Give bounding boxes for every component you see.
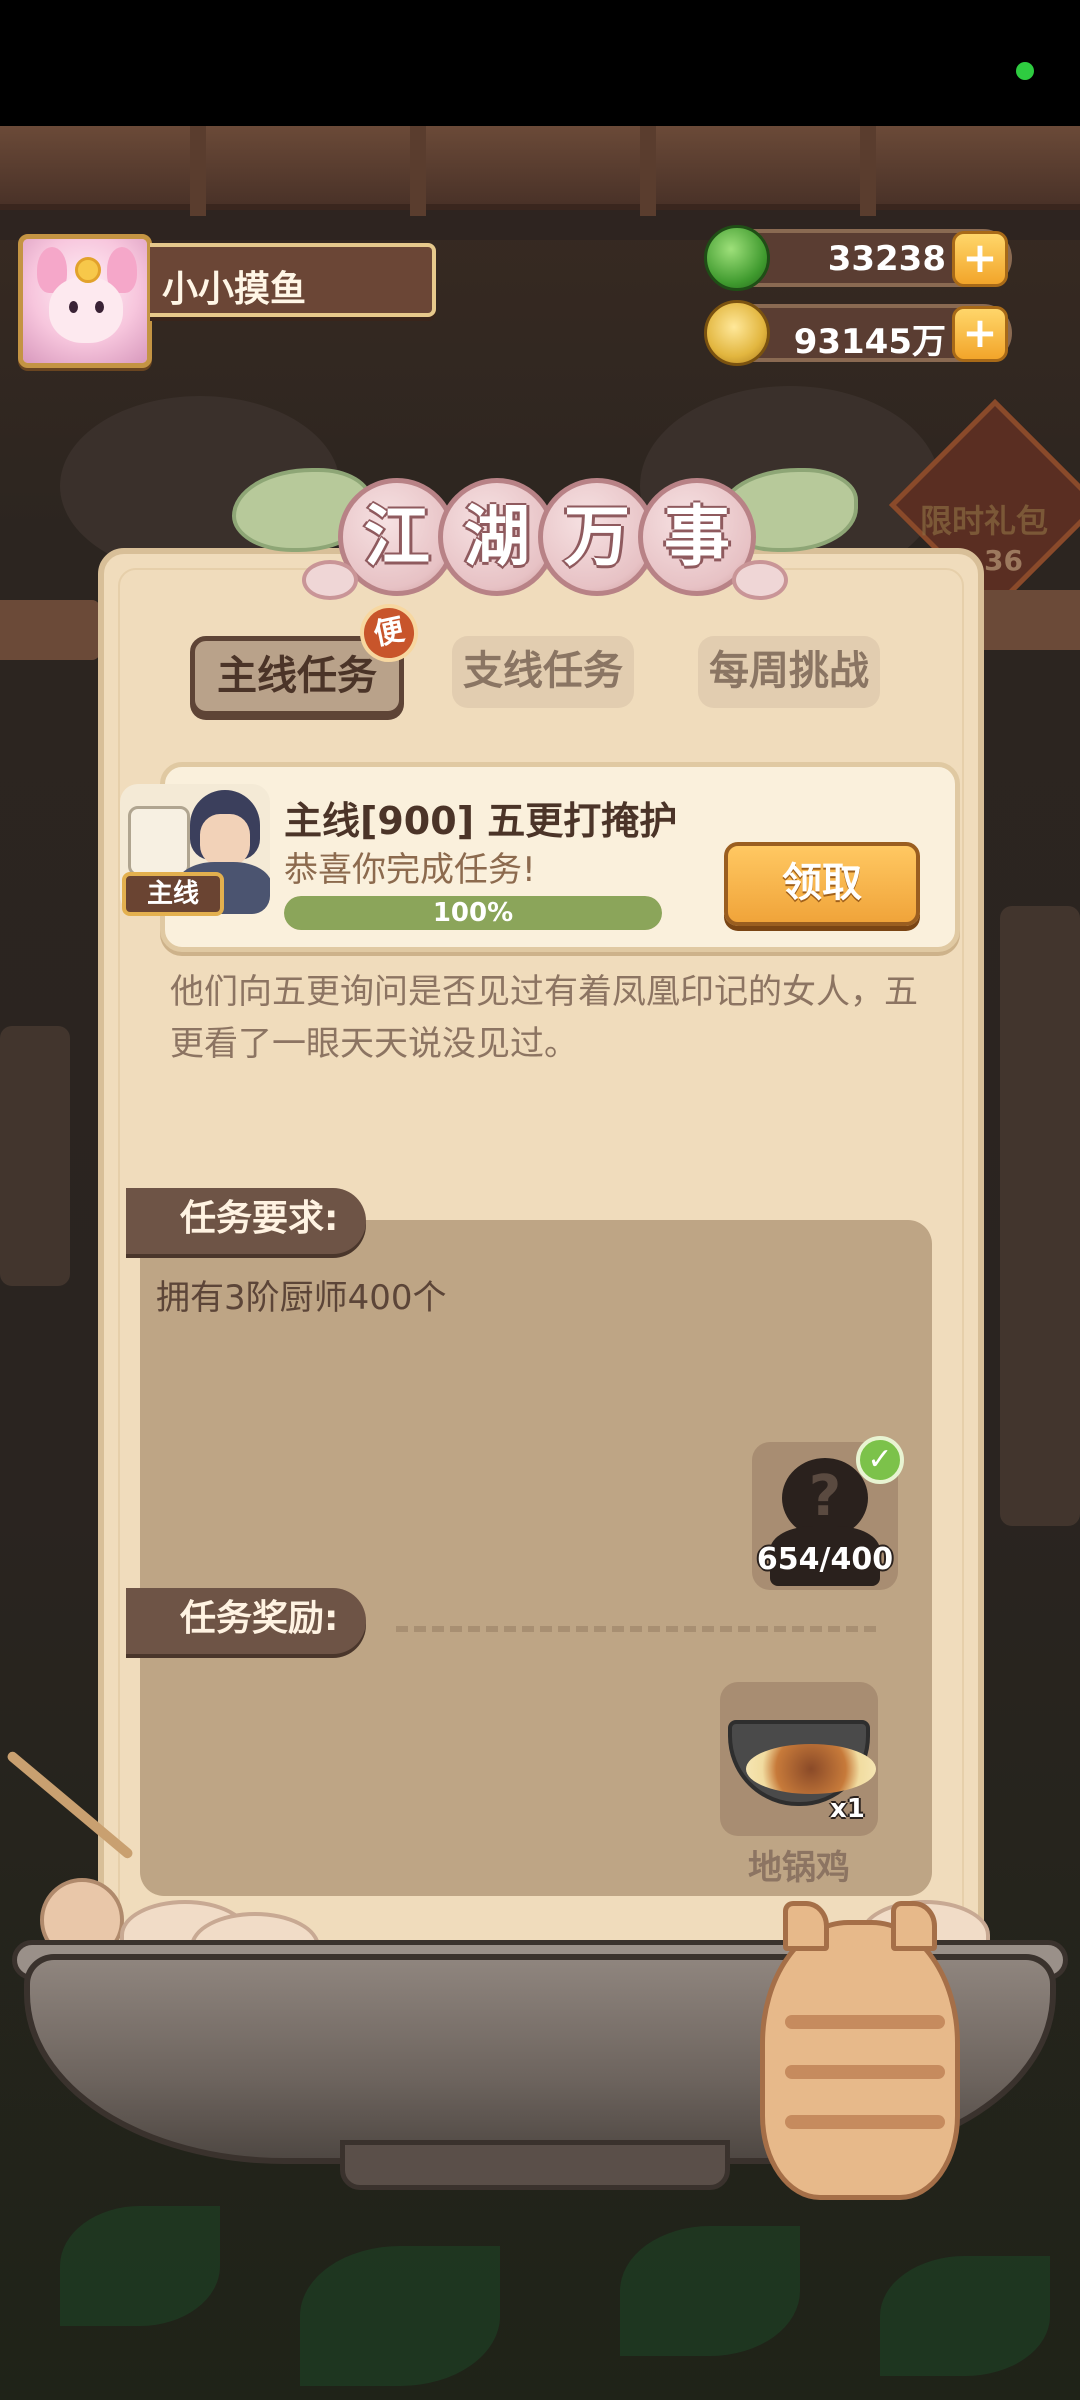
avatar-portrait-icon — [23, 239, 147, 363]
quest-story-text: 他们向五更询问是否见过有着凤凰印记的女人，五更看了一眼天天说没见过。 — [170, 972, 918, 1064]
foliage-icon — [60, 2206, 220, 2326]
status-bar — [0, 0, 1080, 126]
side-rail — [984, 590, 1080, 650]
beam-truss — [860, 126, 876, 216]
side-rail — [0, 600, 100, 660]
cat-stripe — [785, 2065, 945, 2079]
beam-truss — [190, 126, 206, 216]
avatar-face — [49, 277, 123, 343]
tab-side-quest[interactable]: 支线任务 — [452, 636, 634, 708]
fishcake-icon — [302, 560, 358, 600]
background-prop — [1000, 906, 1080, 1526]
foliage-icon — [620, 2226, 800, 2356]
fishcake-icon — [732, 560, 788, 600]
avatar-eye — [95, 301, 104, 313]
quest-title: 主线[900] 五更打掩护 — [284, 799, 678, 843]
add-jade-button[interactable]: + — [952, 231, 1008, 287]
wooden-beam — [0, 126, 1080, 210]
promo-label: 限时礼包 — [920, 502, 1049, 540]
reward-name: 地锅鸡 — [748, 1848, 850, 1888]
cat-ear — [783, 1901, 829, 1951]
cat-stripe — [785, 2015, 945, 2029]
reward-quantity: x1 — [830, 1794, 865, 1824]
player-name-plate[interactable]: 小小摸鱼 — [150, 243, 436, 317]
beam-truss — [640, 126, 656, 216]
player-avatar[interactable] — [18, 234, 152, 368]
coin-icon — [704, 300, 770, 366]
cat-ear — [891, 1901, 937, 1951]
player-name: 小小摸鱼 — [162, 269, 307, 310]
foliage-icon — [880, 2256, 1050, 2376]
requirement-count: 654/400 — [756, 1542, 894, 1577]
jade-icon — [704, 225, 770, 291]
cat-mascot-icon — [760, 1901, 960, 2200]
panel-title: 江 湖 万 事 — [232, 460, 858, 612]
dish-food — [746, 1744, 876, 1794]
requirement-text: 拥有3阶厨师400个 — [156, 1278, 447, 1318]
reward-label: 任务奖励: — [126, 1588, 366, 1654]
check-icon: ✓ — [856, 1436, 904, 1484]
requirement-label: 任务要求: — [126, 1188, 366, 1254]
claim-button[interactable]: 领取 — [724, 842, 920, 926]
coin-count: 93145万 — [793, 322, 946, 362]
progress-text: 100% — [432, 898, 514, 928]
cat-stripe — [785, 2115, 945, 2129]
pot-base — [340, 2140, 730, 2190]
npc-face — [200, 814, 250, 866]
avatar-bulb — [75, 257, 101, 283]
scroll-icon — [128, 806, 190, 876]
add-coin-button[interactable]: + — [952, 306, 1008, 362]
promo-timer: 36 — [984, 544, 1023, 577]
foliage-icon — [300, 2246, 500, 2386]
avatar-eye — [69, 301, 78, 313]
quest-type-tag: 主线 — [122, 872, 224, 916]
quest-status: 恭喜你完成任务! — [284, 850, 536, 890]
camera-indicator-icon — [1016, 62, 1034, 80]
background-prop — [0, 1026, 70, 1286]
tab-weekly-challenge[interactable]: 每周挑战 — [698, 636, 880, 708]
dashed-divider — [396, 1626, 876, 1632]
jade-count: 33238 — [827, 239, 946, 279]
beam-truss — [410, 126, 426, 216]
